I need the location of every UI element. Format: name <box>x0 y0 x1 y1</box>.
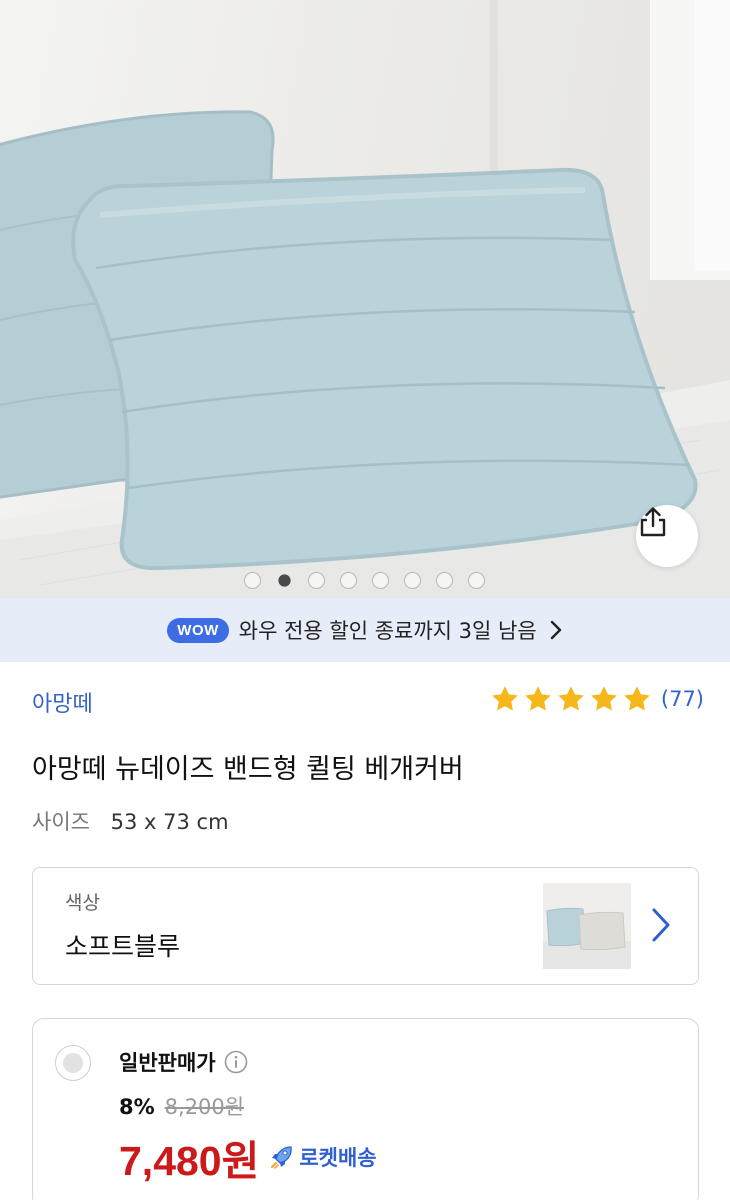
chevron-right-icon <box>652 908 670 942</box>
original-price: 8,200원 <box>164 1095 245 1119</box>
size-info: 사이즈 53 x 73 cm <box>32 806 229 836</box>
price-radio-button[interactable] <box>55 1045 91 1081</box>
price-type-label: 일반판매가 <box>119 1051 216 1075</box>
carousel-dots <box>0 572 730 592</box>
brand-link[interactable]: 아망떼 <box>32 686 93 718</box>
carousel-dot[interactable] <box>243 572 261 589</box>
rating-summary[interactable]: (77) <box>490 684 704 714</box>
shipping-label: 로켓배송 <box>299 1146 377 1170</box>
wow-badge: WOW <box>167 617 229 643</box>
size-value: 53 x 73 cm <box>110 810 229 834</box>
wow-discount-banner[interactable]: WOW 와우 전용 할인 종료까지 3일 남음 <box>0 598 730 662</box>
wow-banner-text: 와우 전용 할인 종료까지 3일 남음 <box>238 619 537 643</box>
star-icon <box>591 686 617 711</box>
size-label: 사이즈 <box>32 810 90 834</box>
share-icon <box>640 507 666 537</box>
product-title: 아망떼 뉴데이즈 밴드형 퀼팅 베개커버 <box>32 754 464 785</box>
option-thumbnail <box>543 883 631 969</box>
price-option-card[interactable]: 일반판매가 8% 8,200원 7,480원 로켓배송 <box>32 1018 699 1200</box>
info-icon[interactable] <box>224 1050 248 1074</box>
option-thumbnail-image <box>543 883 631 969</box>
sale-price: 7,480원 <box>119 1138 260 1184</box>
rocket-delivery-badge: 로켓배송 <box>269 1142 377 1172</box>
carousel-dot[interactable] <box>307 572 325 589</box>
discount-percent: 8% <box>119 1095 155 1119</box>
carousel-dot[interactable] <box>467 572 485 589</box>
discount-row: 8% 8,200원 <box>119 1091 244 1121</box>
color-option-selector[interactable]: 색상 소프트블루 <box>32 867 699 985</box>
rocket-icon <box>271 1146 293 1169</box>
star-icon <box>525 686 551 711</box>
chevron-right-icon <box>550 620 561 640</box>
sale-row: 7,480원 로켓배송 <box>119 1127 377 1187</box>
product-image[interactable] <box>0 0 730 598</box>
carousel-dot[interactable] <box>403 572 421 589</box>
price-type: 일반판매가 <box>119 1047 248 1077</box>
rating-count: (77) <box>660 687 704 711</box>
share-button[interactable] <box>636 505 698 567</box>
option-label: 색상 <box>65 892 100 914</box>
star-icon <box>492 686 518 711</box>
carousel-dot-active[interactable] <box>277 574 291 587</box>
pillow-illustration <box>0 0 730 598</box>
carousel-dot[interactable] <box>339 572 357 589</box>
carousel-dot[interactable] <box>371 572 389 589</box>
option-value: 소프트블루 <box>65 932 181 961</box>
star-icon <box>624 686 650 711</box>
star-icon <box>558 686 584 711</box>
carousel-dot[interactable] <box>435 572 453 589</box>
